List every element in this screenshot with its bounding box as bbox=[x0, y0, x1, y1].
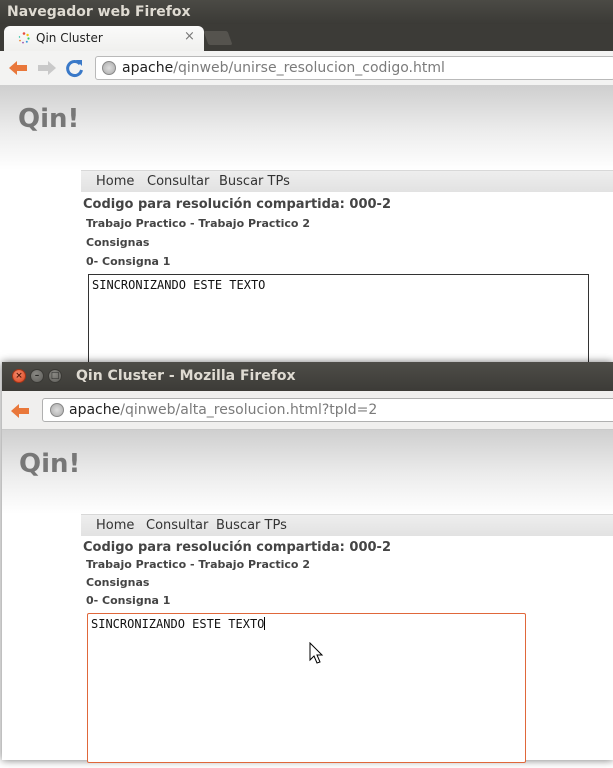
firefox-window: × – □ Qin Cluster - Mozilla Firefox apac… bbox=[2, 362, 613, 763]
menu-buscar-tps[interactable]: Buscar TPs bbox=[216, 518, 287, 533]
forward-arrow-icon[interactable] bbox=[36, 58, 58, 78]
window-title: Navegador web Firefox bbox=[7, 4, 191, 20]
reload-icon[interactable] bbox=[65, 58, 85, 78]
menu-consultar[interactable]: Consultar bbox=[146, 518, 208, 533]
page-title: Codigo para resolución compartida: 000-2 bbox=[83, 540, 391, 555]
brand-logo: Qin! bbox=[19, 449, 81, 479]
url-host: apache bbox=[69, 402, 121, 418]
nav-menu: Home Consultar Buscar TPs bbox=[81, 170, 613, 192]
code-textarea[interactable]: SINCRONIZANDO ESTE TEXTO bbox=[88, 274, 589, 366]
window-titlebar[interactable]: × – □ Qin Cluster - Mozilla Firefox bbox=[2, 362, 613, 391]
chrome-window: Navegador web Firefox Qin Cluster × apac… bbox=[0, 0, 613, 366]
page-content: Qin! Home Consultar Buscar TPs Codigo pa… bbox=[0, 86, 613, 366]
url-path: /qinweb/alta_resolucion.html?tpId=2 bbox=[120, 402, 378, 418]
page-title: Codigo para resolución compartida: 000-2 bbox=[83, 197, 391, 212]
consignas-label: Consignas bbox=[86, 576, 150, 589]
url-host: apache bbox=[122, 60, 174, 76]
url-path: /qinweb/unirse_resolucion_codigo.html bbox=[173, 60, 445, 76]
mouse-cursor-icon bbox=[309, 642, 324, 664]
menu-home[interactable]: Home bbox=[96, 518, 134, 533]
loading-favicon-icon bbox=[18, 32, 30, 44]
page-header bbox=[2, 430, 613, 514]
minimize-window-icon[interactable]: – bbox=[30, 369, 44, 383]
menu-consultar[interactable]: Consultar bbox=[147, 174, 209, 189]
tab-label: Qin Cluster bbox=[36, 31, 103, 45]
address-bar[interactable]: apache/qinweb/alta_resolucion.html?tpId=… bbox=[42, 398, 613, 422]
tab-close-icon[interactable]: × bbox=[184, 29, 195, 44]
menu-home[interactable]: Home bbox=[96, 174, 134, 189]
maximize-window-icon[interactable]: □ bbox=[48, 369, 62, 383]
url-text: apache/qinweb/alta_resolucion.html?tpId=… bbox=[69, 402, 377, 418]
trabajo-practico-label: Trabajo Practico - Trabajo Practico 2 bbox=[86, 217, 310, 230]
tab-qin-cluster[interactable]: Qin Cluster × bbox=[4, 26, 204, 51]
consigna-label: 0- Consigna 1 bbox=[86, 594, 171, 607]
nav-menu: Home Consultar Buscar TPs bbox=[81, 514, 613, 536]
brand-logo: Qin! bbox=[18, 104, 80, 134]
consignas-label: Consignas bbox=[86, 236, 150, 249]
back-arrow-icon[interactable] bbox=[9, 401, 31, 421]
page-content: Qin! Home Consultar Buscar TPs Codigo pa… bbox=[2, 430, 613, 763]
consigna-label: 0- Consigna 1 bbox=[86, 255, 171, 268]
window-titlebar[interactable]: Navegador web Firefox bbox=[0, 0, 613, 24]
url-text: apache/qinweb/unirse_resolucion_codigo.h… bbox=[122, 60, 445, 76]
menu-buscar-tps[interactable]: Buscar TPs bbox=[219, 174, 290, 189]
globe-icon bbox=[50, 403, 64, 417]
new-tab-button[interactable] bbox=[203, 31, 233, 45]
window-title: Qin Cluster - Mozilla Firefox bbox=[76, 368, 296, 384]
code-textarea[interactable]: SINCRONIZANDO ESTE TEXTO bbox=[87, 613, 526, 763]
close-window-icon[interactable]: × bbox=[12, 369, 26, 383]
code-textarea-text: SINCRONIZANDO ESTE TEXTO bbox=[91, 617, 265, 631]
back-arrow-icon[interactable] bbox=[7, 58, 29, 78]
trabajo-practico-label: Trabajo Practico - Trabajo Practico 2 bbox=[86, 558, 310, 571]
address-bar[interactable]: apache/qinweb/unirse_resolucion_codigo.h… bbox=[95, 56, 613, 80]
text-caret bbox=[264, 617, 266, 630]
globe-icon bbox=[102, 61, 116, 75]
page-header bbox=[0, 86, 613, 170]
